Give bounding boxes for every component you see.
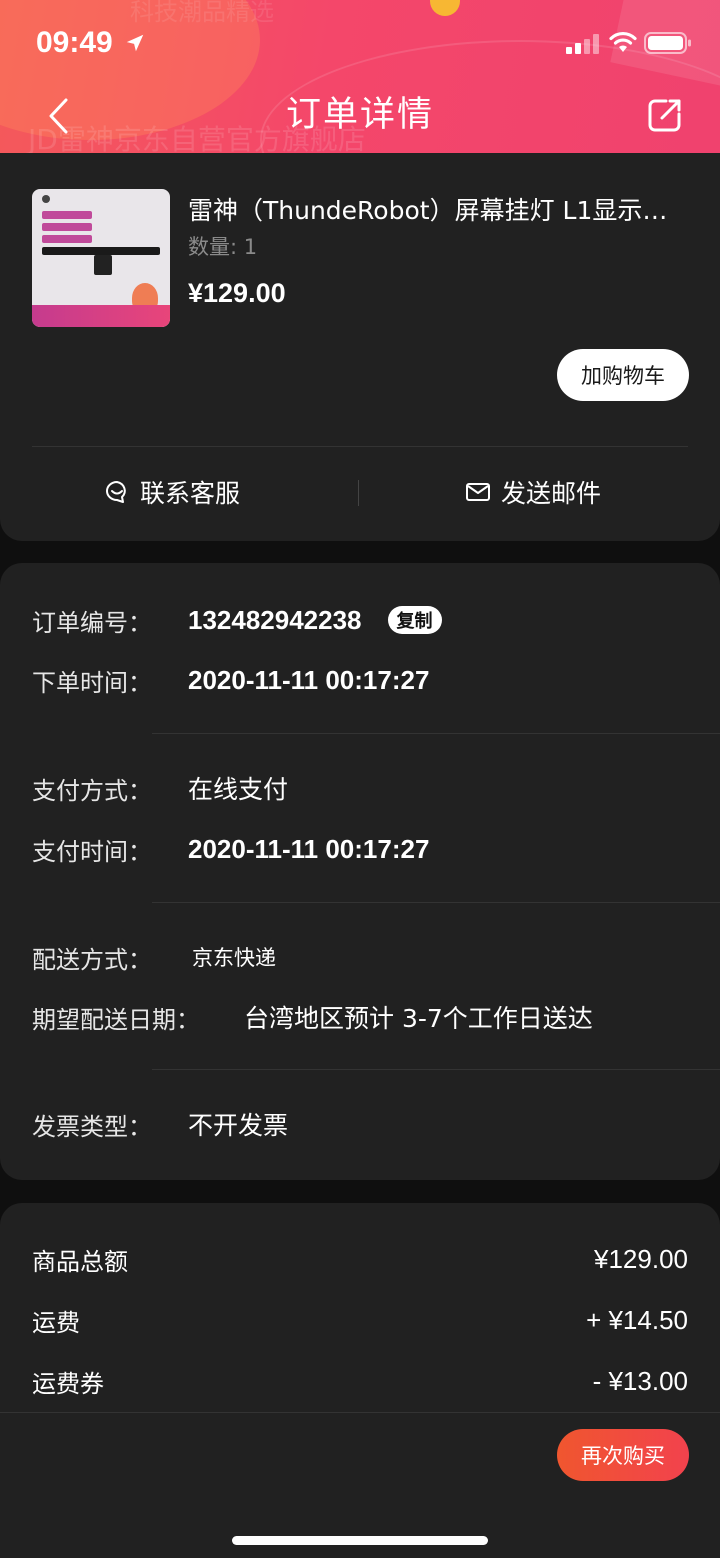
delivery-method-label: 配送方式： <box>32 945 152 974</box>
expected-date-row: 期望配送日期： 台湾地区预计 3-7个工作日送达 <box>32 997 593 1037</box>
product-image-detail <box>42 211 92 219</box>
expected-date-value: 台湾地区预计 3-7个工作日送达 <box>244 1004 593 1033</box>
goods-total-value: ¥129.00 <box>594 1243 688 1274</box>
status-bar: 09:49 <box>0 0 720 88</box>
header-bar: 科技潮品精选 JD雷神京东自营官方旗舰店 09:49 订单详情 <box>0 0 720 153</box>
payment-time-value: 2020-11-11 00:17:27 <box>188 833 430 864</box>
shipping-label: 运费 <box>32 1308 80 1337</box>
page-title: 订单详情 <box>285 95 434 135</box>
send-email-button[interactable]: 发送邮件 <box>465 472 601 512</box>
share-icon[interactable] <box>646 96 684 134</box>
expected-date-label: 期望配送日期： <box>32 1005 200 1034</box>
goods-total-label: 商品总额 <box>32 1247 128 1276</box>
product-title[interactable]: 雷神（ThundeRobot）屏幕挂灯 L1显示器… <box>188 194 688 228</box>
payment-method-value: 在线支付 <box>188 775 289 804</box>
invoice-type-label: 发票类型： <box>32 1112 152 1141</box>
divider <box>152 1069 720 1070</box>
contact-service-label: 联系客服 <box>140 479 241 508</box>
divider <box>152 902 720 903</box>
copy-button[interactable]: 复制 <box>387 606 442 634</box>
order-time-value: 2020-11-11 00:17:27 <box>188 664 430 695</box>
customer-service-icon <box>106 481 126 503</box>
home-indicator[interactable] <box>232 1536 488 1545</box>
divider <box>358 480 359 506</box>
delivery-method-row: 配送方式： 京东快递 <box>32 937 276 977</box>
goods-total-row: 商品总额 ¥129.00 <box>32 1239 688 1279</box>
product-image-detail <box>42 223 92 231</box>
shipping-value: + ¥14.50 <box>586 1304 688 1335</box>
battery-icon <box>644 32 691 54</box>
status-time: 09:49 <box>36 26 113 59</box>
order-number-row: 订单编号： 132482942238 复制 <box>32 600 442 640</box>
order-number-value: 132482942238 <box>188 604 362 635</box>
invoice-type-value: 不开发票 <box>188 1111 289 1140</box>
price-summary-card: 商品总额 ¥129.00 运费 + ¥14.50 运费券 - ¥13.00 <box>0 1203 720 1558</box>
divider <box>152 733 720 734</box>
payment-time-label: 支付时间： <box>32 837 152 866</box>
payment-method-label: 支付方式： <box>32 776 152 805</box>
send-email-label: 发送邮件 <box>501 479 602 508</box>
product-card: 雷神（ThundeRobot）屏幕挂灯 L1显示器… 数量: 1 ¥129.00… <box>0 153 720 541</box>
location-arrow-icon <box>126 34 144 52</box>
product-image-detail <box>94 255 112 275</box>
mail-icon <box>466 483 490 501</box>
signal-icon <box>566 34 599 54</box>
shipping-coupon-label: 运费券 <box>32 1369 104 1398</box>
product-image-detail <box>32 305 170 327</box>
product-quantity: 数量: 1 <box>188 235 258 259</box>
product-image-detail <box>42 195 50 203</box>
product-thumbnail[interactable] <box>32 189 170 327</box>
add-to-cart-button[interactable]: 加购物车 <box>557 349 689 401</box>
action-row: 联系客服 发送邮件 <box>0 448 720 541</box>
product-image-detail <box>42 235 92 243</box>
divider <box>0 1412 720 1413</box>
delivery-method-value: 京东快递 <box>192 946 276 970</box>
order-info-card: 订单编号： 132482942238 复制 下单时间： 2020-11-11 0… <box>0 563 720 1180</box>
product-image-detail <box>42 247 160 255</box>
order-number-label: 订单编号： <box>32 608 152 637</box>
divider <box>32 446 688 447</box>
order-time-row: 下单时间： 2020-11-11 00:17:27 <box>32 660 429 700</box>
wifi-icon <box>609 31 637 52</box>
invoice-type-row: 发票类型： 不开发票 <box>32 1104 288 1144</box>
order-time-label: 下单时间： <box>32 668 152 697</box>
shipping-row: 运费 + ¥14.50 <box>32 1300 688 1340</box>
contact-service-button[interactable]: 联系客服 <box>104 472 240 512</box>
buy-again-button[interactable]: 再次购买 <box>557 1429 689 1481</box>
payment-method-row: 支付方式： 在线支付 <box>32 768 288 808</box>
shipping-coupon-row: 运费券 - ¥13.00 <box>32 1361 688 1401</box>
product-price: ¥129.00 <box>188 278 286 308</box>
payment-time-row: 支付时间： 2020-11-11 00:17:27 <box>32 829 429 869</box>
shipping-coupon-value: - ¥13.00 <box>592 1365 688 1396</box>
